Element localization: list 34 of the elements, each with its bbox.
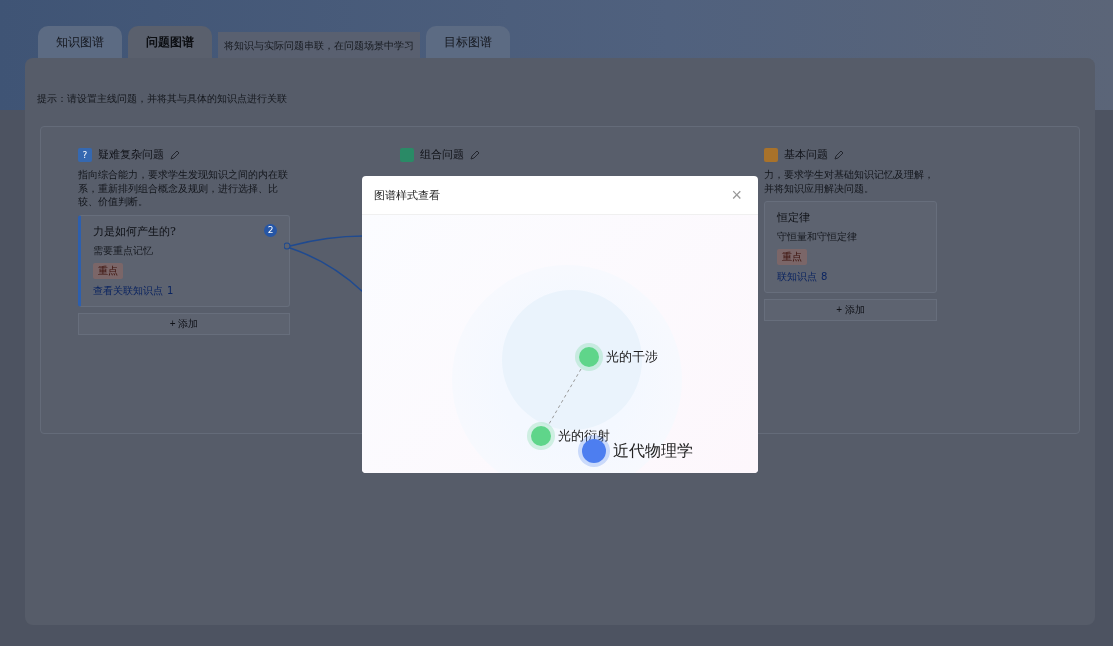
dashed-edge	[548, 368, 582, 425]
close-button[interactable]: ×	[727, 186, 746, 204]
column-badge: ?	[78, 147, 92, 162]
related-knowledge-link[interactable]: 联知识点	[777, 270, 817, 284]
related-knowledge-link[interactable]: 查看关联知识点	[93, 283, 163, 298]
count-badge: 2	[264, 223, 277, 237]
question-note: 需要重点记忆	[93, 243, 153, 258]
tab[interactable]: 目标图谱	[426, 26, 510, 58]
question-card[interactable]: 恒定律 守恒量和守恒定律 重点 联知识点 8	[764, 201, 937, 293]
add-button[interactable]: + 添加	[78, 312, 290, 335]
pencil-icon[interactable]	[834, 149, 844, 160]
column-title: 基本问题	[784, 147, 828, 162]
add-button[interactable]: + 添加	[764, 299, 937, 321]
tab-hint: 将知识与实际问题串联，在问题场景中学习	[218, 32, 420, 58]
tab[interactable]: 知识图谱	[38, 26, 122, 58]
node-label: 近代物理学	[613, 440, 693, 462]
question-title: 力是如何产生的?	[93, 223, 176, 239]
knowledge-count: 1	[167, 284, 174, 296]
graph-node[interactable]	[531, 426, 551, 446]
column-title: 疑难复杂问题	[98, 147, 164, 162]
pencil-icon[interactable]	[170, 149, 180, 160]
pencil-icon[interactable]	[470, 149, 480, 160]
dialog-title: 图谱样式查看	[374, 187, 440, 203]
question-title: 恒定律	[777, 210, 810, 225]
question-card[interactable]: 力是如何产生的? 2 需要重点记忆 重点 查看关联知识点 1	[78, 214, 290, 307]
question-note: 守恒量和守恒定律	[777, 230, 857, 244]
tag: 重点	[777, 249, 807, 265]
node-label: 光的干涉	[606, 348, 658, 366]
column-description: 力，要求学生对基础知识记忆及理解，并将知识应用解决问题。	[764, 168, 935, 195]
tag: 重点	[93, 262, 123, 279]
column-title: 组合问题	[420, 147, 464, 162]
knowledge-count: 8	[821, 271, 828, 282]
column-description: 指向综合能力，要求学生发现知识之间的内在联系，重新排列组合概念及规则，进行选择、比较、价值判断。	[78, 168, 289, 209]
tab[interactable]: 问题图谱	[128, 26, 212, 58]
